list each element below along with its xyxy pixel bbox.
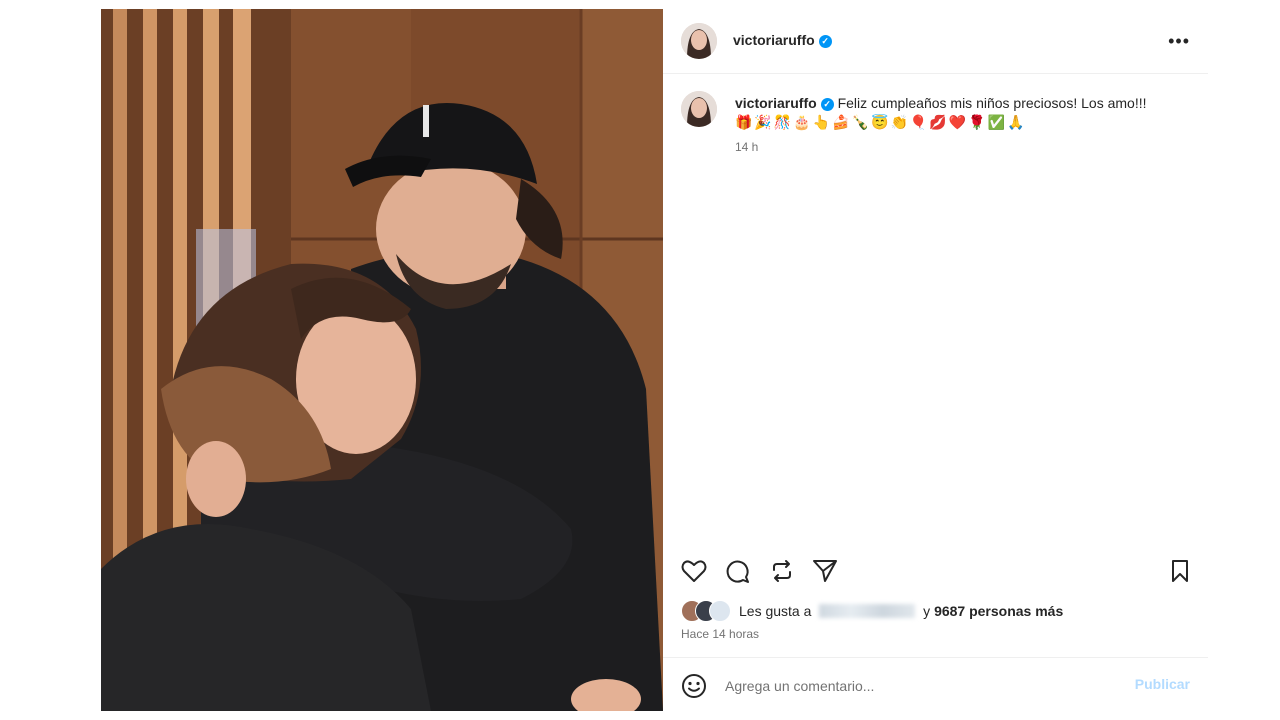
caption-text: Feliz cumpleaños mis niños preciosos! Lo… <box>837 95 1147 111</box>
comment-input[interactable] <box>723 673 1107 699</box>
emoji-icon[interactable] <box>681 673 707 699</box>
caption: victoriaruffo ✓ Feliz cumpleaños mis niño… <box>735 93 1190 113</box>
liker-avatars[interactable] <box>681 600 733 622</box>
avatar[interactable] <box>681 23 717 59</box>
likes-prefix: Les gusta a <box>739 603 812 619</box>
comment-icon[interactable] <box>724 557 752 585</box>
verified-badge-icon: ✓ <box>820 98 834 111</box>
caption-emojis: 🎁🎉🎊🎂👆🍰🍾😇👏🎈💋❤️🌹✅🙏 <box>735 114 1027 130</box>
post-photo[interactable] <box>101 9 663 711</box>
post-header: victoriaruffo ✓ ••• <box>663 9 1208 74</box>
post-time-short[interactable]: 14 h <box>735 140 758 154</box>
caption-username[interactable]: victoriaruffo <box>735 95 817 111</box>
more-options-icon[interactable]: ••• <box>1168 31 1190 52</box>
comment-bar: Publicar <box>663 657 1208 712</box>
likes-count[interactable]: 9687 personas más <box>934 603 1063 619</box>
blurred-liker-name[interactable] <box>819 604 916 618</box>
publish-button[interactable]: Publicar <box>1135 676 1190 692</box>
caption-avatar[interactable] <box>681 91 717 127</box>
action-bar <box>663 549 1208 593</box>
post-photo-illustration <box>101 9 663 711</box>
heart-icon[interactable] <box>680 557 708 585</box>
send-icon[interactable] <box>811 557 839 585</box>
likes-conjunction: y <box>923 603 931 619</box>
verified-badge-icon: ✓ <box>818 35 832 48</box>
caption-avatar-image <box>681 91 717 127</box>
post-author-username[interactable]: victoriaruffo <box>733 32 815 48</box>
avatar-image <box>681 23 717 59</box>
liker-avatar <box>709 600 731 622</box>
bookmark-icon[interactable] <box>1166 557 1194 585</box>
repost-icon[interactable] <box>768 557 796 585</box>
post-panel: victoriaruffo ✓ ••• victoriaruffo ✓ Feliz … <box>663 9 1208 711</box>
post-time-long[interactable]: Hace 14 horas <box>681 627 759 641</box>
